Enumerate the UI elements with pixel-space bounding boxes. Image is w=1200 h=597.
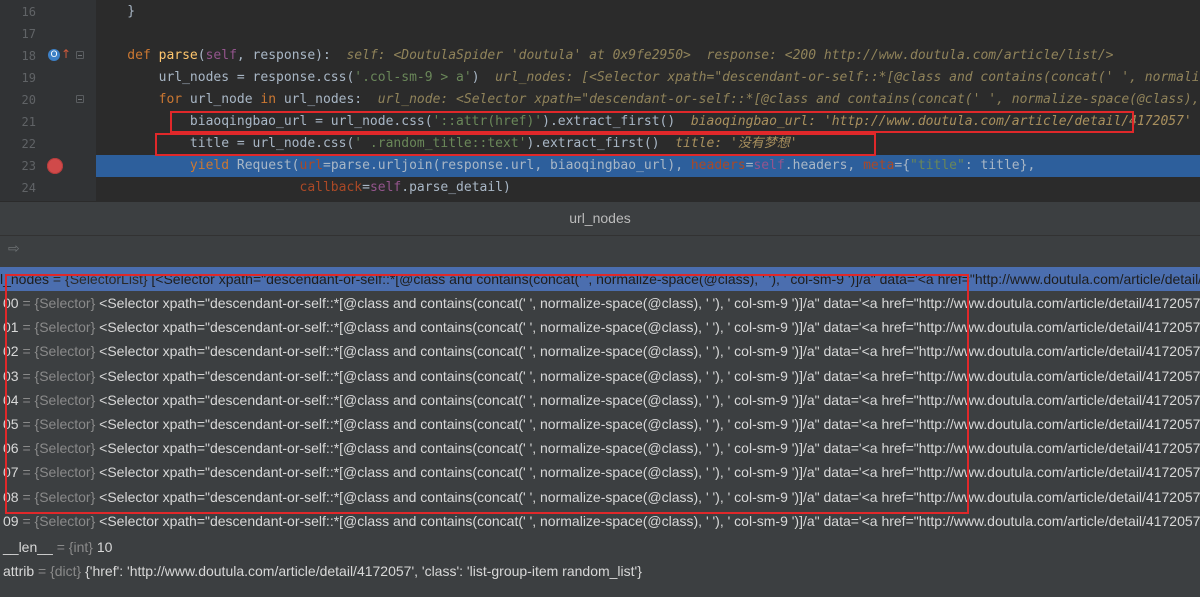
debug-variables-panel: url_nodes ⇨ l_nodes = {SelectorList} [<S… bbox=[0, 201, 1200, 597]
highlight-box-title bbox=[155, 133, 876, 156]
variable-name: 09 bbox=[3, 512, 19, 529]
gutter-line[interactable]: 22 bbox=[0, 133, 96, 155]
gutter-line[interactable]: 20 bbox=[0, 89, 96, 111]
gutter-line[interactable]: 16 bbox=[0, 1, 96, 23]
variable-name: __len__ bbox=[3, 539, 53, 555]
inline-debug-value: self: <DoutulaSpider 'doutula' at 0x9fe2… bbox=[346, 48, 1114, 63]
code-token: headers bbox=[690, 158, 746, 173]
line-number: 19 bbox=[21, 71, 36, 85]
code-token: ( bbox=[197, 48, 206, 63]
line-number: 21 bbox=[21, 115, 36, 129]
line-number: 24 bbox=[21, 181, 36, 195]
override-method-icon[interactable]: O bbox=[48, 49, 60, 61]
variable-type: {int} bbox=[68, 539, 93, 555]
line-number: 16 bbox=[21, 5, 36, 19]
line-number: 23 bbox=[21, 159, 36, 173]
code-token: def bbox=[96, 48, 159, 63]
code-token: self bbox=[369, 180, 402, 195]
code-line[interactable]: } bbox=[96, 1, 1200, 23]
code-token: url_node bbox=[189, 92, 261, 107]
code-token: url_nodes = response.css( bbox=[96, 70, 355, 85]
execution-line[interactable]: yield Request(url=parse.urljoin(response… bbox=[96, 155, 1200, 177]
variable-row-attrib[interactable]: attrib = {dict} {'href': 'http://www.dou… bbox=[0, 559, 1200, 583]
code-line[interactable]: for url_node in url_nodes: url_node: <Se… bbox=[96, 89, 1200, 111]
code-token: meta bbox=[863, 158, 895, 173]
gutter-line[interactable]: 17 bbox=[0, 23, 96, 45]
fold-collapse-icon[interactable] bbox=[76, 51, 84, 59]
code-token: , response): bbox=[236, 48, 347, 63]
editor-gutter: 16 17 18 O ↑ 19 20 21 22 23 24 bbox=[0, 0, 96, 201]
code-token: ={ bbox=[894, 158, 911, 173]
panel-toolbar: ⇨ bbox=[0, 235, 1200, 263]
code-text: } bbox=[96, 4, 136, 19]
code-token: in bbox=[260, 92, 284, 107]
code-token: url_nodes: bbox=[283, 92, 378, 107]
panel-title: url_nodes bbox=[569, 210, 631, 226]
fold-collapse-icon[interactable] bbox=[76, 95, 84, 103]
variable-name: attrib bbox=[3, 563, 35, 579]
code-line[interactable]: callback=self.parse_detail) bbox=[96, 177, 1200, 199]
inline-debug-value: url_node: <Selector xpath="descendant-or… bbox=[377, 92, 1200, 107]
code-token: "title" bbox=[910, 158, 965, 173]
variable-type: {Selector} bbox=[34, 512, 96, 529]
code-token: Request( bbox=[236, 158, 300, 173]
breakpoint-icon[interactable] bbox=[47, 158, 63, 174]
code-token: '.col-sm-9 > a' bbox=[354, 70, 472, 85]
highlight-box-biaoqingbao-url bbox=[170, 111, 1134, 133]
up-arrow-icon: ↑ bbox=[61, 47, 72, 61]
code-token: : title}, bbox=[964, 158, 1036, 173]
code-token: callback bbox=[299, 180, 363, 195]
variable-type: {dict} bbox=[50, 563, 82, 579]
code-editor[interactable]: 16 17 18 O ↑ 19 20 21 22 23 24 } def parse(self, r… bbox=[0, 0, 1200, 201]
code-token: = bbox=[362, 180, 370, 195]
code-token: url bbox=[299, 158, 323, 173]
code-token: yield bbox=[96, 158, 237, 173]
code-token: ) bbox=[471, 70, 496, 85]
code-token: .headers, bbox=[784, 158, 864, 173]
gutter-line[interactable]: 21 bbox=[0, 111, 96, 133]
gutter-line[interactable]: 18 O ↑ bbox=[0, 45, 96, 67]
highlight-box-selector-items bbox=[5, 274, 969, 514]
inline-debug-value: url_nodes: [<Selector xpath="descendant-… bbox=[495, 70, 1200, 85]
variable-value: <Selector xpath="descendant-or-self::*[@… bbox=[99, 512, 1200, 529]
variable-value: {'href': 'http://www.doutula.com/article… bbox=[85, 563, 642, 579]
code-token: .parse_detail) bbox=[401, 180, 511, 195]
panel-title-bar: url_nodes bbox=[0, 201, 1200, 236]
line-number: 20 bbox=[21, 93, 36, 107]
gutter-line[interactable]: 23 bbox=[0, 155, 96, 177]
code-line[interactable] bbox=[96, 23, 1200, 45]
code-token: =parse.urljoin(response.url, biaoqingbao… bbox=[323, 158, 691, 173]
code-token: for bbox=[96, 92, 190, 107]
code-line[interactable]: url_nodes = response.css('.col-sm-9 > a'… bbox=[96, 67, 1200, 89]
gutter-line[interactable]: 24 bbox=[0, 177, 96, 199]
code-token: parse bbox=[158, 48, 198, 63]
line-number: 17 bbox=[21, 27, 36, 41]
step-arrow-icon[interactable]: ⇨ bbox=[8, 241, 20, 257]
code-token: self bbox=[753, 158, 785, 173]
variable-row-len[interactable]: __len__ = {int} 10 bbox=[0, 535, 1200, 559]
variable-value: 10 bbox=[96, 539, 113, 555]
code-token: self bbox=[205, 48, 237, 63]
line-number: 22 bbox=[21, 137, 36, 151]
line-number: 18 bbox=[21, 49, 36, 63]
gutter-line[interactable]: 19 bbox=[0, 67, 96, 89]
code-line[interactable]: def parse(self, response): self: <Doutul… bbox=[96, 45, 1200, 67]
